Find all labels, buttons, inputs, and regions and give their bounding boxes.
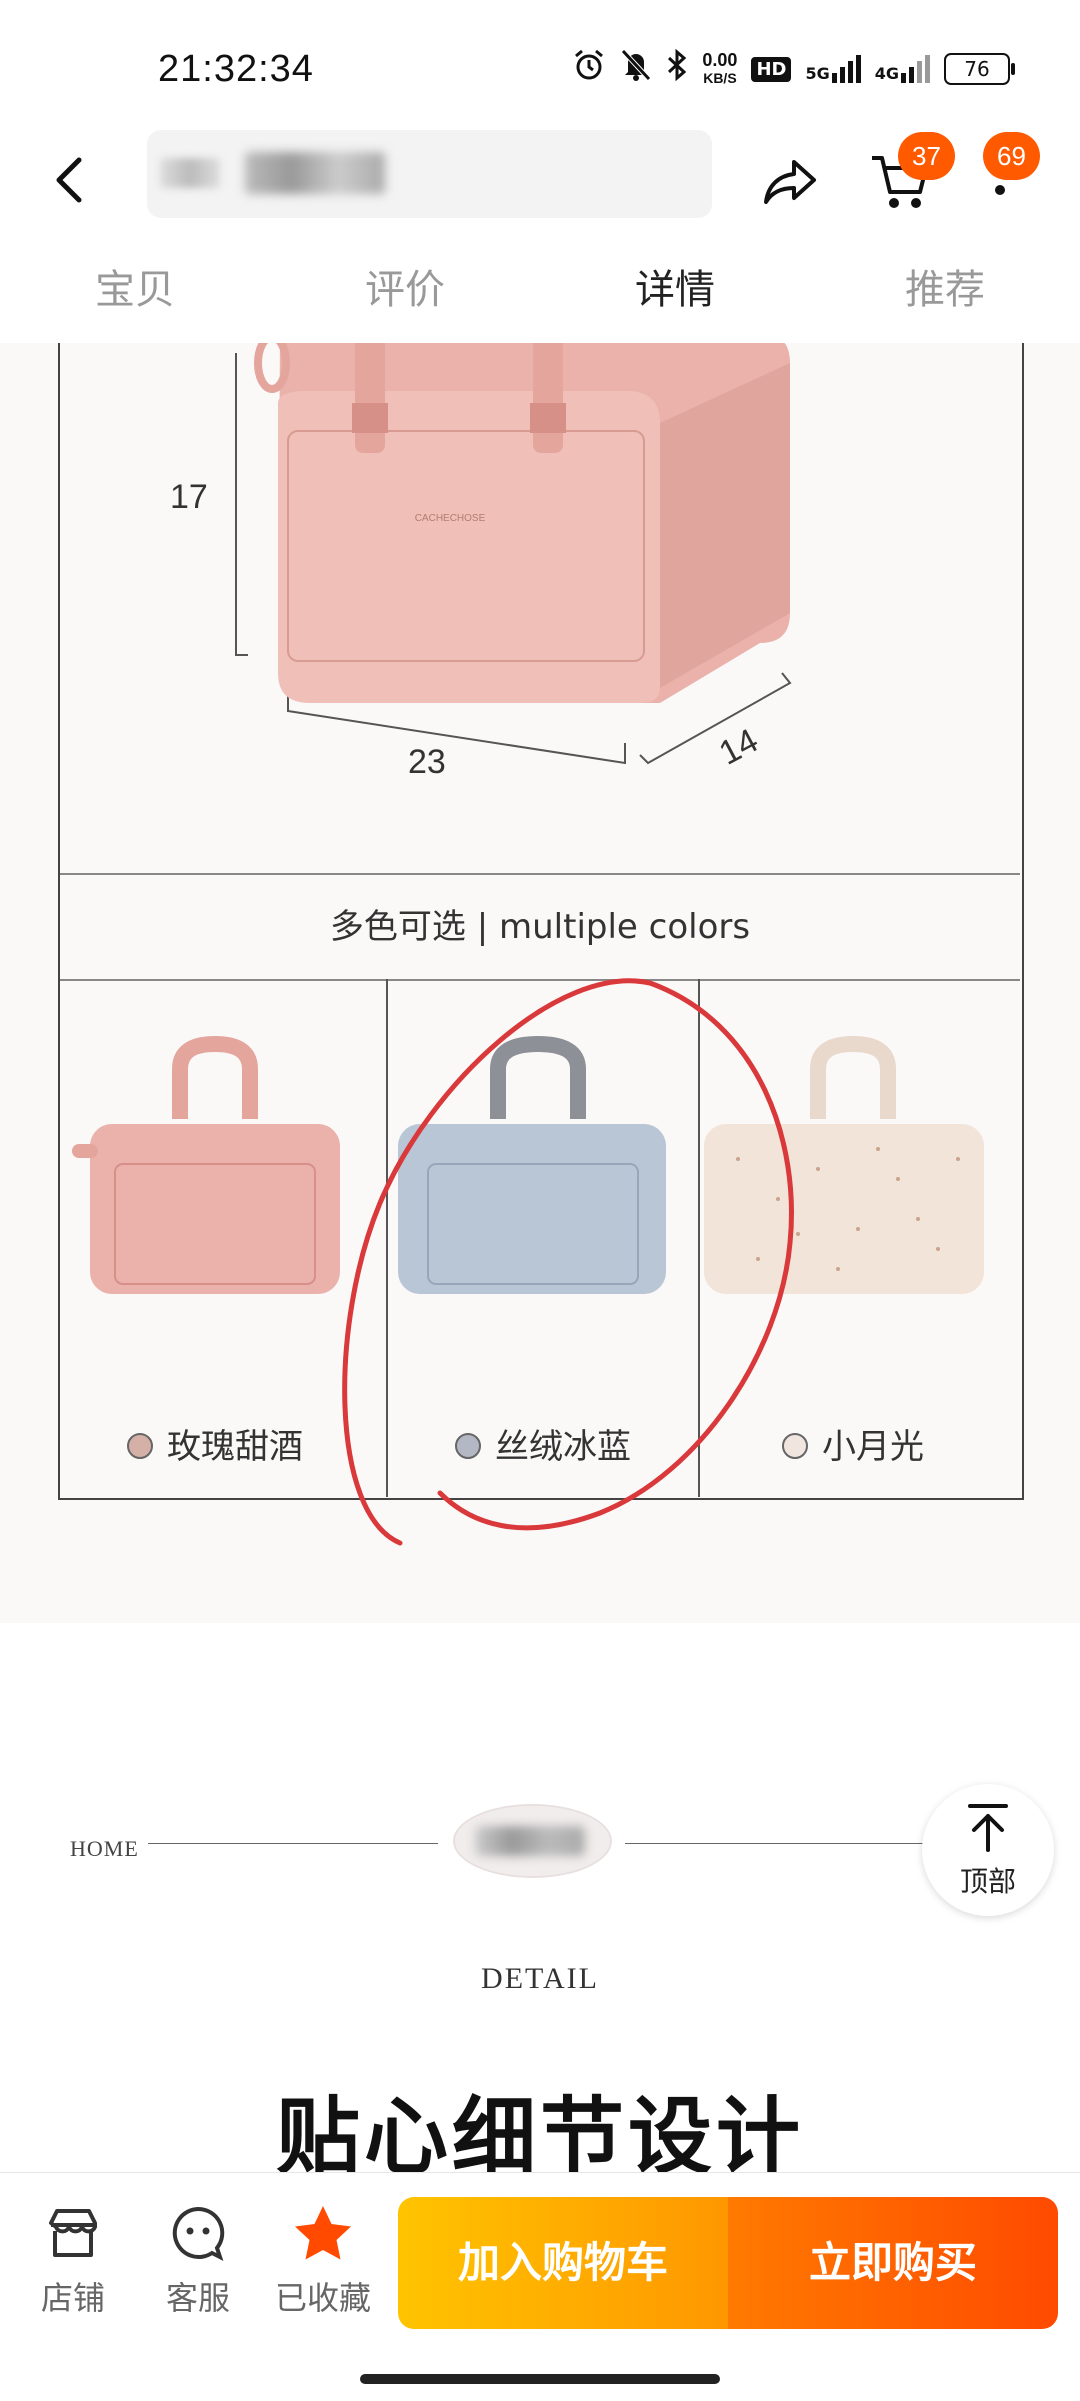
add-to-cart-button[interactable]: 加入购物车 — [398, 2197, 728, 2329]
tab-item[interactable]: 宝贝 — [0, 240, 270, 340]
message-count-badge: 69 — [983, 132, 1040, 180]
back-to-top-button[interactable]: 顶部 — [922, 1784, 1054, 1916]
customer-service-button[interactable]: 客服 — [143, 2203, 253, 2319]
star-icon — [295, 2206, 351, 2260]
net-speed-unit: KB/S — [703, 70, 737, 86]
status-bar: 21:32:34 0.00 KB/S HD 5G 4G 76 — [0, 0, 1080, 130]
share-button[interactable] — [760, 150, 820, 210]
top-navigation: 37 69 — [0, 130, 1080, 230]
store-icon — [49, 2209, 97, 2257]
back-to-top-label: 顶部 — [959, 1865, 1016, 1898]
signal-5g-label: 5G — [805, 64, 830, 83]
favorite-button[interactable]: 已收藏 — [268, 2203, 378, 2319]
bottom-action-bar: 店铺 客服 已收藏 加入购物车 立即购买 — [0, 2172, 1080, 2401]
search-bar[interactable] — [147, 130, 712, 218]
store-label: 店铺 — [40, 2279, 105, 2317]
share-icon — [764, 160, 816, 204]
tab-recommend[interactable]: 推荐 — [810, 240, 1080, 340]
cart-count-badge: 37 — [898, 132, 955, 180]
signal-bars-icon — [901, 55, 930, 83]
back-arrow-icon — [56, 157, 82, 203]
signal-bars-icon — [831, 55, 861, 83]
detail-tabs: 宝贝 评价 详情 推荐 — [0, 240, 1080, 340]
signal-4g: 4G — [875, 55, 930, 83]
back-button[interactable] — [45, 150, 95, 210]
favorite-label: 已收藏 — [274, 2279, 371, 2317]
home-indicator[interactable] — [360, 2374, 720, 2384]
blurred-shop-name — [160, 158, 220, 188]
service-label: 客服 — [165, 2279, 230, 2317]
tab-reviews[interactable]: 评价 — [270, 240, 540, 340]
buy-now-button[interactable]: 立即购买 — [728, 2197, 1058, 2329]
signal-5g: 5G — [805, 55, 861, 83]
net-speed-value: 0.00 — [702, 50, 738, 70]
divider-line — [625, 1843, 925, 1844]
divider-line — [148, 1843, 438, 1844]
detail-en-title: DETAIL — [481, 1962, 599, 1995]
blurred-shop-name — [245, 152, 385, 194]
network-speed: 0.00 KB/S — [702, 51, 737, 87]
mute-icon — [620, 48, 652, 90]
product-detail-image: CACHECHOSE 17 23 14 多色可选 | multiple colo… — [0, 343, 1080, 1623]
store-button[interactable]: 店铺 — [18, 2203, 128, 2319]
clock: 21:32:34 — [158, 48, 314, 90]
bluetooth-icon — [666, 48, 688, 90]
home-word: HOME — [70, 1836, 139, 1861]
status-icons: 0.00 KB/S HD 5G 4G 76 — [572, 48, 1015, 90]
chat-face-icon — [172, 2206, 225, 2261]
annotation-circle — [342, 978, 794, 1546]
signal-4g-label: 4G — [874, 64, 899, 83]
alarm-icon — [572, 48, 606, 90]
blurred-logo — [475, 1826, 585, 1856]
hd-badge: HD — [751, 56, 792, 82]
arrow-up-icon — [968, 1804, 1008, 1852]
battery-indicator: 76 — [944, 53, 1015, 85]
tab-details[interactable]: 详情 — [540, 240, 810, 340]
